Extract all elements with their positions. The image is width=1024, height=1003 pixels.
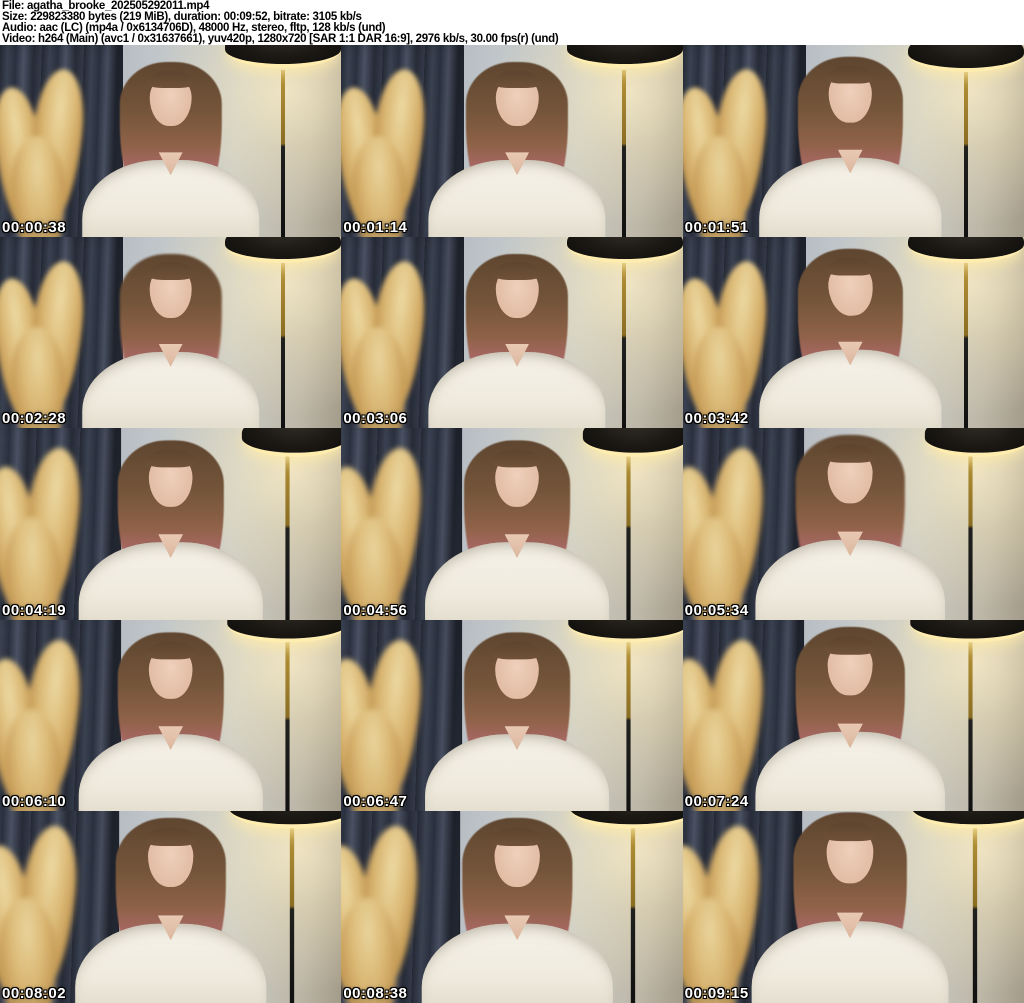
thumbnail-scene: [341, 428, 683, 620]
person-figure: [683, 620, 1024, 812]
thumbnail-scene: [341, 45, 683, 237]
video-thumbnail: 00:01:14: [341, 45, 683, 237]
thumbnail-scene: [0, 236, 342, 429]
timestamp-overlay: 00:04:19: [2, 601, 67, 619]
video-thumbnail: 00:06:47: [341, 619, 683, 812]
video-thumbnail: 00:08:38: [341, 811, 683, 1003]
person-fringe: [492, 449, 543, 468]
timestamp-overlay: 00:08:38: [343, 985, 408, 1002]
video-thumbnail: 00:09:15: [682, 811, 1024, 1003]
person-figure: [683, 428, 1024, 620]
person-fringe: [145, 641, 196, 660]
video-thumbnail: 00:06:10: [0, 619, 342, 812]
person-figure: [341, 811, 682, 1003]
thumbnail-scene: [0, 619, 342, 812]
thumbnail-scene: [682, 619, 1024, 812]
person-fringe: [146, 70, 195, 89]
video-thumbnail: 00:02:28: [0, 236, 342, 429]
video-thumbnail: 00:04:56: [341, 428, 683, 620]
person-figure: [0, 237, 341, 429]
video-thumbnail: 00:03:42: [682, 236, 1024, 429]
thumbnail-scene: [0, 811, 342, 1003]
metadata-header: File: agatha_brooke_202505292011.mp4 Siz…: [0, 0, 1024, 45]
timestamp-overlay: 00:07:24: [684, 793, 749, 811]
video-thumbnail: 00:00:38: [0, 45, 342, 237]
person-fringe: [493, 70, 541, 89]
person-figure: [0, 620, 341, 812]
timestamp-overlay: 00:03:06: [343, 410, 408, 428]
person-fringe: [492, 641, 543, 660]
person-figure: [683, 237, 1024, 429]
timestamp-overlay: 00:02:28: [2, 410, 67, 428]
person-figure: [683, 811, 1024, 1003]
person-fringe: [824, 444, 876, 464]
person-fringe: [493, 262, 541, 280]
thumbnail-scene: [0, 428, 342, 620]
timestamp-overlay: 00:06:47: [343, 793, 408, 811]
person-fringe: [144, 827, 197, 847]
person-fringe: [824, 636, 876, 655]
timestamp-overlay: 00:03:42: [684, 410, 749, 428]
thumbnail-scene: [682, 45, 1024, 237]
person-figure: [346, 45, 682, 237]
thumbnail-scene: [341, 811, 683, 1003]
timestamp-overlay: 00:09:15: [684, 985, 749, 1002]
thumbnail-scene: [341, 619, 683, 812]
person-fringe: [491, 827, 544, 847]
timestamp-overlay: 00:04:56: [343, 601, 408, 619]
video-info-line: Video: h264 (Main) (avc1 / 0x31637661), …: [2, 33, 559, 45]
video-thumbnail: 00:04:19: [0, 428, 342, 620]
thumbnail-grid: 00:00:38 00:01:14 00:01:51 00:02:28 00:0…: [0, 45, 1024, 1003]
person-fringe: [825, 257, 875, 276]
contact-sheet: { "header": { "file_line": "File: agatha…: [0, 0, 1024, 1003]
person-figure: [346, 237, 682, 429]
timestamp-overlay: 00:08:02: [2, 985, 67, 1002]
timestamp-overlay: 00:01:51: [684, 218, 749, 236]
person-figure: [683, 45, 1024, 237]
person-fringe: [825, 65, 875, 84]
video-thumbnail: 00:01:51: [682, 45, 1024, 237]
video-thumbnail: 00:03:06: [341, 236, 683, 429]
person-fringe: [146, 262, 195, 280]
timestamp-overlay: 00:06:10: [2, 793, 67, 811]
person-fringe: [823, 822, 877, 842]
thumbnail-scene: [0, 45, 342, 237]
person-figure: [341, 620, 682, 812]
timestamp-overlay: 00:05:34: [684, 601, 749, 619]
thumbnail-scene: [682, 428, 1024, 620]
person-figure: [0, 45, 341, 237]
timestamp-overlay: 00:01:14: [343, 218, 408, 236]
video-thumbnail: 00:08:02: [0, 811, 342, 1003]
video-thumbnail: 00:07:24: [682, 619, 1024, 812]
thumbnail-scene: [682, 236, 1024, 429]
thumbnail-scene: [682, 811, 1024, 1003]
video-thumbnail: 00:05:34: [682, 428, 1024, 620]
thumbnail-scene: [341, 236, 683, 429]
person-figure: [0, 811, 341, 1003]
person-figure: [341, 428, 682, 620]
person-fringe: [145, 449, 196, 468]
person-figure: [0, 428, 341, 620]
timestamp-overlay: 00:00:38: [2, 218, 67, 236]
